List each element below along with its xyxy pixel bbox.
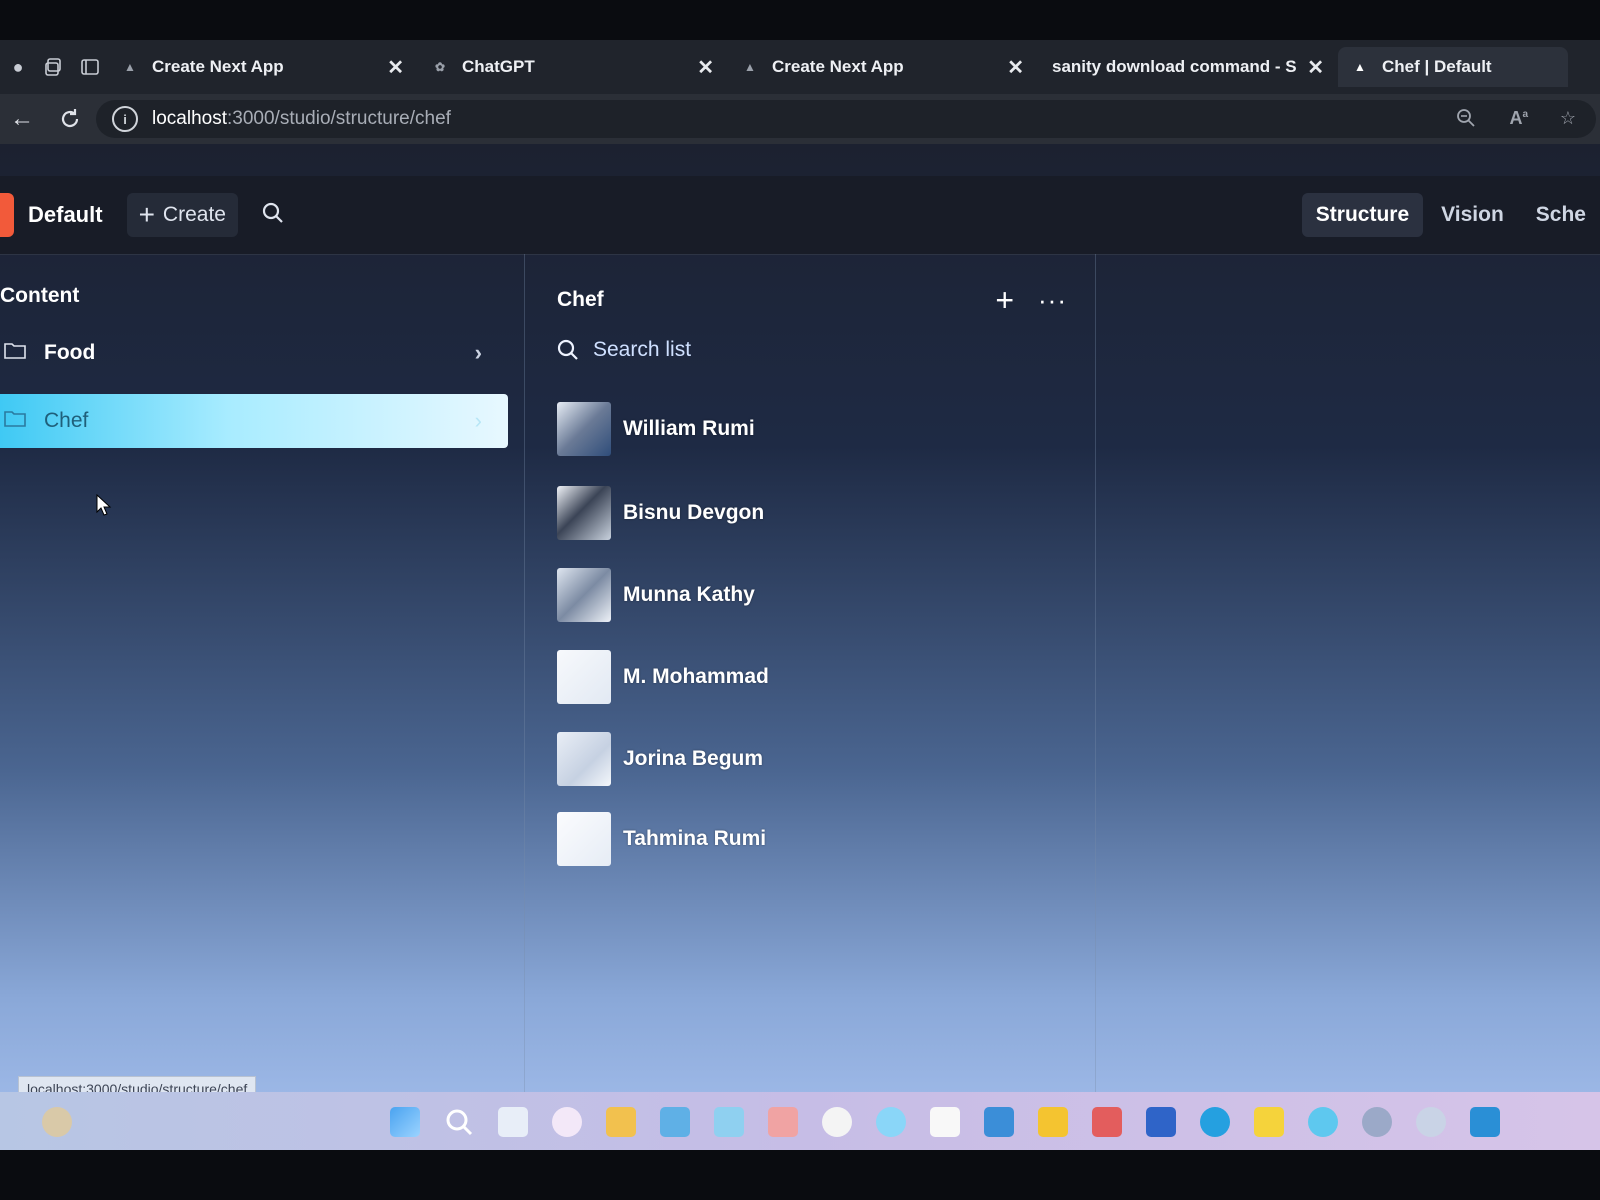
task-view-icon[interactable] <box>498 1107 528 1137</box>
chef-avatar <box>557 402 611 456</box>
triangle-icon: ▲ <box>1354 60 1366 74</box>
tab-create-next-app-1[interactable]: ▲ Create Next App ✕ <box>108 47 418 87</box>
screen-bezel-bottom <box>0 1150 1600 1200</box>
triangle-icon: ▲ <box>744 60 756 74</box>
widgets-icon[interactable] <box>552 1107 582 1137</box>
studio-navbar: Default + Create Structure Vision Sche <box>0 176 1600 255</box>
tab-chatgpt[interactable]: ✿ ChatGPT ✕ <box>418 47 728 87</box>
triangle-icon: ▲ <box>124 60 136 74</box>
app-icon[interactable] <box>876 1107 906 1137</box>
address-bar: ← i localhost :3000/studio/structure/che… <box>0 94 1600 144</box>
tab-bar: ● ▲ Create Next App ✕ ✿ ChatGPT ✕ ▲ Crea… <box>0 40 1600 94</box>
tab-structure[interactable]: Structure <box>1301 193 1424 237</box>
app-icon[interactable] <box>1038 1107 1068 1137</box>
close-icon[interactable]: ✕ <box>1307 55 1324 80</box>
back-icon[interactable]: ← <box>0 94 44 144</box>
add-document-button[interactable]: + <box>995 284 1014 316</box>
tab-sanity-download[interactable]: sanity download command - Se ✕ <box>1038 47 1338 87</box>
start-icon[interactable] <box>390 1107 420 1137</box>
sticky-notes-icon[interactable] <box>1254 1107 1284 1137</box>
folder-icon <box>4 341 26 365</box>
tab-actions-icon[interactable] <box>72 40 108 94</box>
chef-avatar <box>557 812 611 866</box>
tab-schema[interactable]: Sche <box>1522 193 1600 237</box>
chef-pane-header: Chef + ··· <box>557 284 1067 316</box>
content-pane: Content Food › Chef › <box>0 254 525 1150</box>
app-icon[interactable] <box>930 1107 960 1137</box>
chef-list-item[interactable]: Jorina Begum <box>557 730 763 788</box>
sanity-logo[interactable] <box>0 193 14 237</box>
url-path: :3000/studio/structure/chef <box>227 108 451 129</box>
tab-chef-default[interactable]: ▲ Chef | Default <box>1338 47 1568 87</box>
profile-icon[interactable]: ● <box>0 40 36 94</box>
app-icon[interactable] <box>768 1107 798 1137</box>
chatgpt-icon: ✿ <box>434 60 446 74</box>
chef-pane-title: Chef <box>557 288 604 311</box>
chef-avatar <box>557 732 611 786</box>
search-list-input[interactable]: Search list <box>557 338 691 362</box>
windows-taskbar <box>0 1092 1600 1150</box>
screen-bezel-top <box>0 0 1600 40</box>
edge-icon[interactable] <box>1200 1107 1230 1137</box>
site-info-icon[interactable]: i <box>112 106 138 132</box>
chef-avatar <box>557 486 611 540</box>
favorite-icon[interactable]: ☆ <box>1560 108 1576 129</box>
word-icon[interactable] <box>1146 1107 1176 1137</box>
search-icon[interactable] <box>262 202 284 229</box>
close-icon[interactable]: ✕ <box>1007 55 1024 80</box>
chrome-icon[interactable] <box>1416 1107 1446 1137</box>
chef-avatar <box>557 568 611 622</box>
tab-create-next-app-2[interactable]: ▲ Create Next App ✕ <box>728 47 1038 87</box>
chevron-right-icon: › <box>474 340 482 365</box>
vscode-icon[interactable] <box>1470 1107 1500 1137</box>
sanity-studio: Default + Create Structure Vision Sche C… <box>0 144 1600 1150</box>
chevron-right-icon: › <box>474 408 482 433</box>
file-explorer-icon[interactable] <box>606 1107 636 1137</box>
store-icon[interactable] <box>660 1107 690 1137</box>
app-icon[interactable] <box>1092 1107 1122 1137</box>
content-pane-title: Content <box>0 284 80 307</box>
browser-window: ● ▲ Create Next App ✕ ✿ ChatGPT ✕ ▲ Crea… <box>0 40 1600 1150</box>
chef-list-item[interactable]: Munna Kathy <box>557 566 755 624</box>
nav-item-food[interactable]: Food › <box>0 326 508 380</box>
chef-list-item[interactable]: Bisnu Devgon <box>557 484 764 542</box>
create-button[interactable]: + Create <box>126 193 238 237</box>
outlook-icon[interactable] <box>984 1107 1014 1137</box>
mouse-cursor-icon <box>96 493 112 521</box>
close-icon[interactable]: ✕ <box>387 55 404 80</box>
tab-vision[interactable]: Vision <box>1427 193 1518 237</box>
app-icon[interactable] <box>714 1107 744 1137</box>
tool-tabs: Structure Vision Sche <box>1301 193 1600 237</box>
chrome-icon[interactable] <box>1362 1107 1392 1137</box>
plus-icon: + <box>138 199 155 230</box>
close-icon[interactable]: ✕ <box>697 55 714 80</box>
search-icon <box>557 339 578 360</box>
weather-icon[interactable] <box>42 1107 72 1137</box>
chef-list-item[interactable]: William Rumi <box>557 400 755 458</box>
more-options-icon[interactable]: ··· <box>1038 287 1067 313</box>
chef-pane: Chef + ··· Search list William Rumi Bisn… <box>525 254 1096 1150</box>
chef-avatar <box>557 650 611 704</box>
url-field[interactable]: i localhost :3000/studio/structure/chef … <box>96 100 1596 138</box>
nav-item-chef[interactable]: Chef › <box>0 394 508 448</box>
search-icon[interactable] <box>444 1107 474 1137</box>
read-aloud-icon[interactable]: Aa <box>1509 108 1528 129</box>
chef-list-item[interactable]: M. Mohammad <box>557 648 769 706</box>
folder-icon <box>4 409 26 433</box>
chef-list-item[interactable]: Tahmina Rumi <box>557 810 766 868</box>
workspace-name[interactable]: Default <box>28 202 103 228</box>
reload-icon[interactable] <box>48 94 92 144</box>
chrome-icon[interactable] <box>822 1107 852 1137</box>
url-host: localhost <box>152 108 227 129</box>
chrome-icon[interactable] <box>1308 1107 1338 1137</box>
zoom-icon[interactable] <box>1456 108 1476 133</box>
workspaces-icon[interactable] <box>36 40 72 94</box>
